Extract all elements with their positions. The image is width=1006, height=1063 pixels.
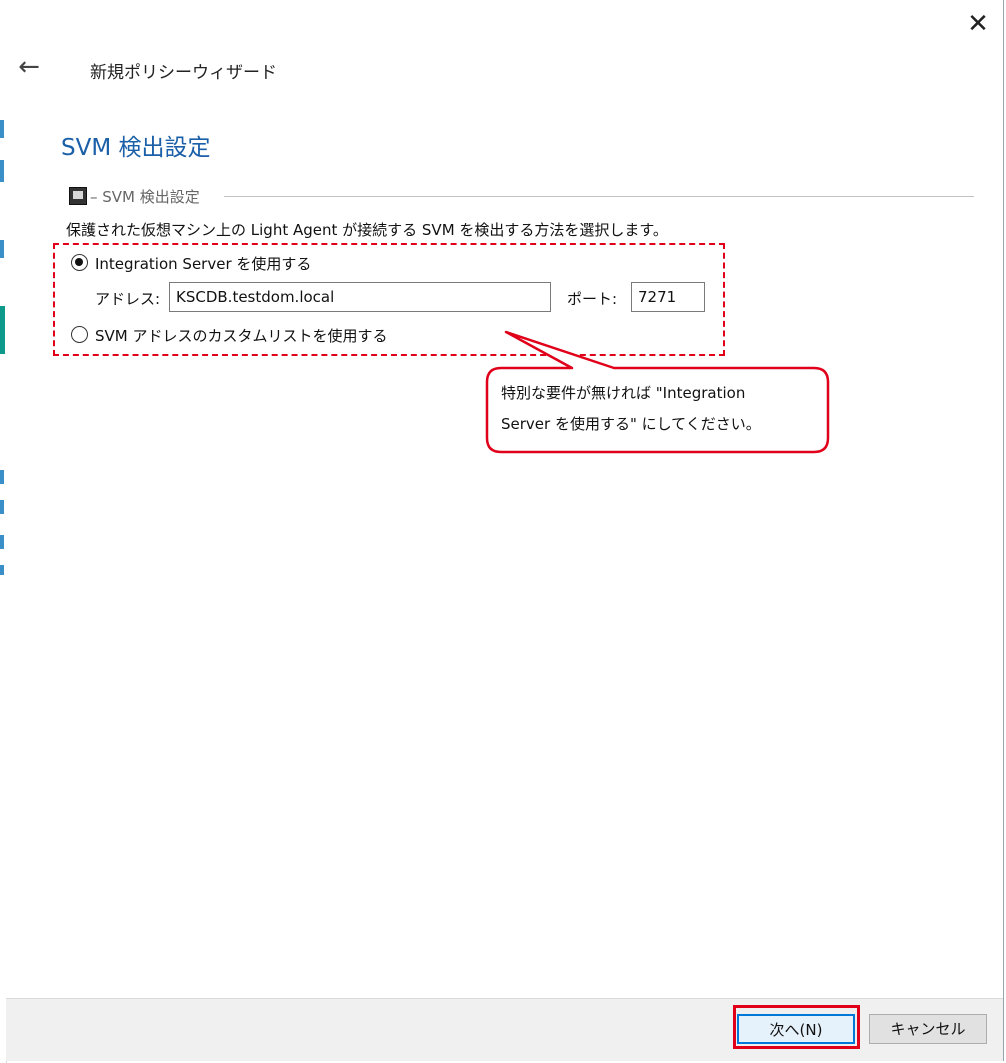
strip-mark xyxy=(0,470,4,484)
cancel-button[interactable]: キャンセル xyxy=(869,1014,987,1044)
strip-mark xyxy=(0,535,4,549)
strip-mark xyxy=(0,240,4,258)
strip-teal-mark xyxy=(0,306,5,354)
strip-mark xyxy=(0,120,4,138)
strip-mark xyxy=(0,500,4,514)
strip-mark xyxy=(0,160,4,182)
callout-text: 特別な要件が無ければ "Integration Server を使用する" にし… xyxy=(501,378,831,440)
callout-bubble xyxy=(485,330,830,454)
callout-line-2: Server を使用する" にしてください。 xyxy=(501,415,761,433)
strip-mark xyxy=(0,565,4,575)
callout-line-1: 特別な要件が無ければ "Integration xyxy=(501,384,746,402)
wizard-window: ✕ ← 新規ポリシーウィザード SVM 検出設定 – SVM 検出設定 保護され… xyxy=(6,0,1004,1061)
next-button-highlight xyxy=(733,1005,860,1049)
